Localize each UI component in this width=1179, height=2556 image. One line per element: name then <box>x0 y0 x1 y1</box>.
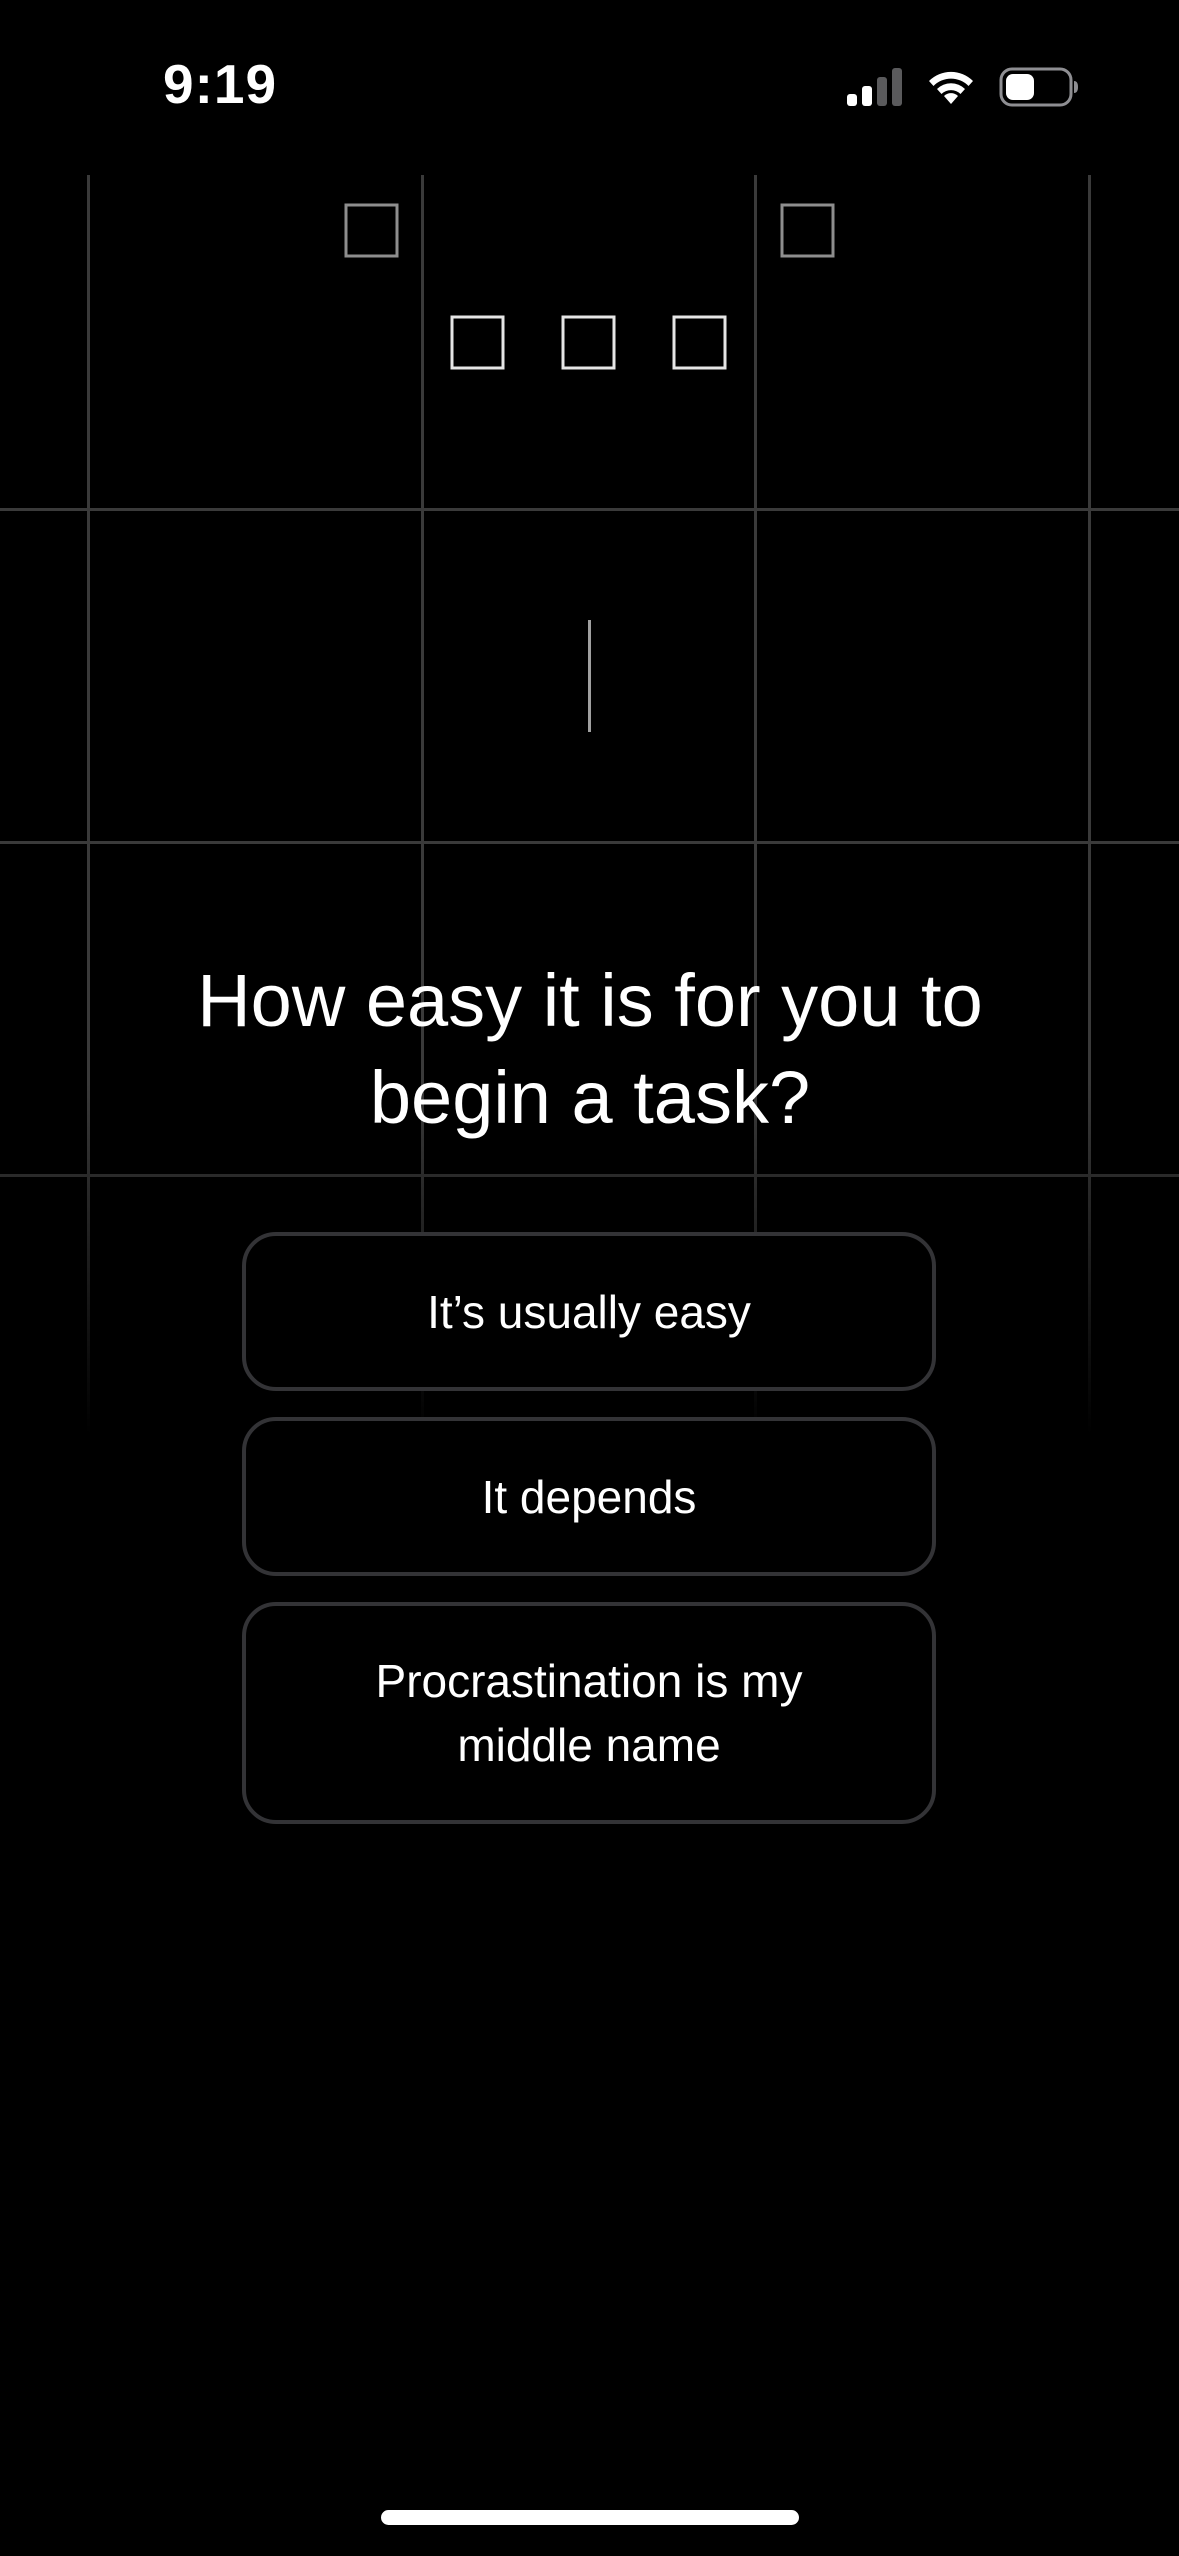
status-icons <box>847 62 1079 112</box>
cellular-signal-icon <box>847 68 902 106</box>
decorative-vertical-bar <box>588 620 591 732</box>
grid-vertical-line <box>1088 175 1091 1435</box>
decorative-square-outline <box>344 203 399 258</box>
decorative-square-outline <box>672 315 727 370</box>
status-bar: 9:19 <box>0 0 1179 175</box>
onboarding-question-screen: 9:19 How easy it is for you to begin a t… <box>0 0 1179 2556</box>
answer-options: It’s usually easy It depends Procrastina… <box>242 1232 936 1850</box>
home-indicator[interactable] <box>381 2510 799 2525</box>
option-usually-easy-button[interactable]: It’s usually easy <box>242 1232 936 1391</box>
option-label: It depends <box>481 1470 697 1523</box>
question-title: How easy it is for you to begin a task? <box>197 959 983 1139</box>
option-it-depends-button[interactable]: It depends <box>242 1417 936 1576</box>
decorative-square-outline <box>561 315 616 370</box>
grid-horizontal-line <box>0 841 1179 844</box>
grid-horizontal-line <box>0 1174 1179 1177</box>
option-label: Procrastination is my middle name <box>375 1655 803 1771</box>
option-procrastination-button[interactable]: Procrastination is my middle name <box>242 1602 936 1824</box>
grid-vertical-line <box>87 175 90 1435</box>
grid-horizontal-line <box>0 508 1179 511</box>
decorative-square-outline <box>450 315 505 370</box>
option-label: It’s usually easy <box>427 1285 751 1338</box>
status-time: 9:19 <box>163 53 278 115</box>
battery-icon <box>999 67 1078 107</box>
decorative-square-outline <box>780 203 835 258</box>
wifi-icon <box>929 71 973 104</box>
